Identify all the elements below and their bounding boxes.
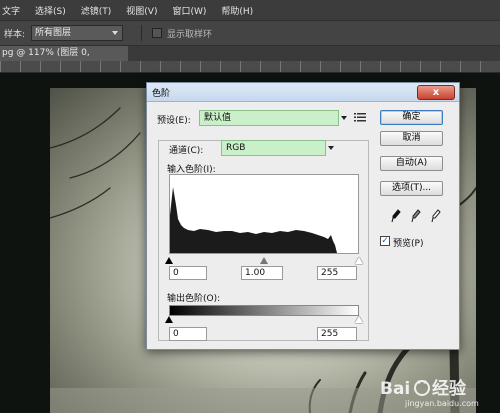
input-black-point-handle[interactable]: [165, 257, 173, 264]
white-eyedropper-icon[interactable]: [431, 209, 441, 223]
show-sampling-ring-checkbox[interactable]: [152, 28, 163, 38]
svg-text:经验: 经验: [432, 378, 467, 399]
black-eyedropper-icon[interactable]: [391, 209, 401, 223]
document-tab[interactable]: pg @ 117% (图层 0, RGB/8#) * ×: [0, 46, 128, 73]
options-bar: 样本: 所有图层 显示取样环: [0, 20, 500, 46]
options-divider: [141, 25, 143, 41]
list-menu-icon[interactable]: [354, 112, 366, 125]
svg-text:jingyan.baidu.com: jingyan.baidu.com: [404, 399, 479, 408]
dialog-title: 色阶: [152, 88, 171, 99]
sample-select[interactable]: 所有图层: [31, 25, 124, 41]
menu-item-help[interactable]: 帮助(H): [221, 4, 253, 17]
output-gradient-bar: [169, 305, 359, 316]
menu-item-window[interactable]: 窗口(W): [172, 4, 206, 17]
list-menu-glyph: [354, 113, 366, 122]
gray-eyedropper-icon[interactable]: [411, 209, 421, 223]
output-white-field[interactable]: 255: [317, 327, 357, 341]
menu-item-type[interactable]: 文字: [2, 4, 20, 17]
ok-button[interactable]: 确定: [380, 110, 443, 125]
svg-text:Bai: Bai: [380, 379, 410, 399]
input-white-point-handle[interactable]: [355, 257, 363, 264]
output-white-handle[interactable]: [355, 316, 363, 323]
menu-item-filter[interactable]: 滤镜(T): [81, 4, 112, 17]
preview-checkbox[interactable]: ✓: [380, 236, 390, 246]
menu-item-view[interactable]: 视图(V): [126, 4, 157, 17]
histogram-graph: [170, 187, 337, 253]
chevron-down-icon[interactable]: [339, 111, 349, 125]
menu-bar: 文字 选择(S) 滤镜(T) 视图(V) 窗口(W) 帮助(H): [0, 0, 500, 20]
sample-label: 样本:: [4, 29, 26, 40]
chevron-down-icon[interactable]: [326, 141, 336, 155]
auto-button[interactable]: 自动(A): [380, 156, 443, 171]
output-black-field[interactable]: 0: [169, 327, 207, 341]
gray-eyedropper-glyph: [411, 209, 421, 223]
menu-item-select[interactable]: 选择(S): [35, 4, 66, 17]
input-black-field[interactable]: 0: [169, 266, 207, 280]
preset-select[interactable]: 默认值: [199, 110, 339, 126]
input-gamma-handle[interactable]: [260, 257, 268, 264]
output-levels-label: 输出色阶(O):: [167, 294, 221, 304]
tab-strip: [128, 46, 500, 61]
output-black-handle[interactable]: [165, 316, 173, 323]
baidu-logo: Bai 经验 jingyan.baidu.com: [380, 378, 479, 408]
input-slider-track[interactable]: [165, 257, 363, 265]
dialog-titlebar[interactable]: 色阶: [147, 83, 459, 102]
levels-dialog: 色阶 x 预设(E): 默认值 通道(C): RGB 输入色阶(I): 0 1.…: [146, 82, 460, 350]
baidu-watermark: Bai 经验 jingyan.baidu.com: [380, 372, 495, 410]
input-gamma-field[interactable]: 1.00: [241, 266, 283, 280]
preview-label: 预览(P): [393, 239, 424, 249]
ruler-ticks: [0, 61, 500, 72]
channel-select[interactable]: RGB: [221, 140, 326, 156]
white-eyedropper-glyph: [431, 209, 441, 223]
options-button[interactable]: 选项(T)...: [380, 181, 443, 196]
channel-label: 通道(C):: [169, 146, 204, 156]
show-sampling-ring-label: 显示取样环: [167, 29, 213, 40]
cancel-button[interactable]: 取消: [380, 131, 443, 146]
horizontal-ruler: [0, 61, 500, 73]
histogram: [169, 174, 359, 254]
black-eyedropper-glyph: [391, 209, 401, 223]
preset-label: 预设(E):: [157, 116, 191, 126]
dialog-close-button[interactable]: x: [417, 85, 455, 100]
input-white-field[interactable]: 255: [317, 266, 357, 280]
